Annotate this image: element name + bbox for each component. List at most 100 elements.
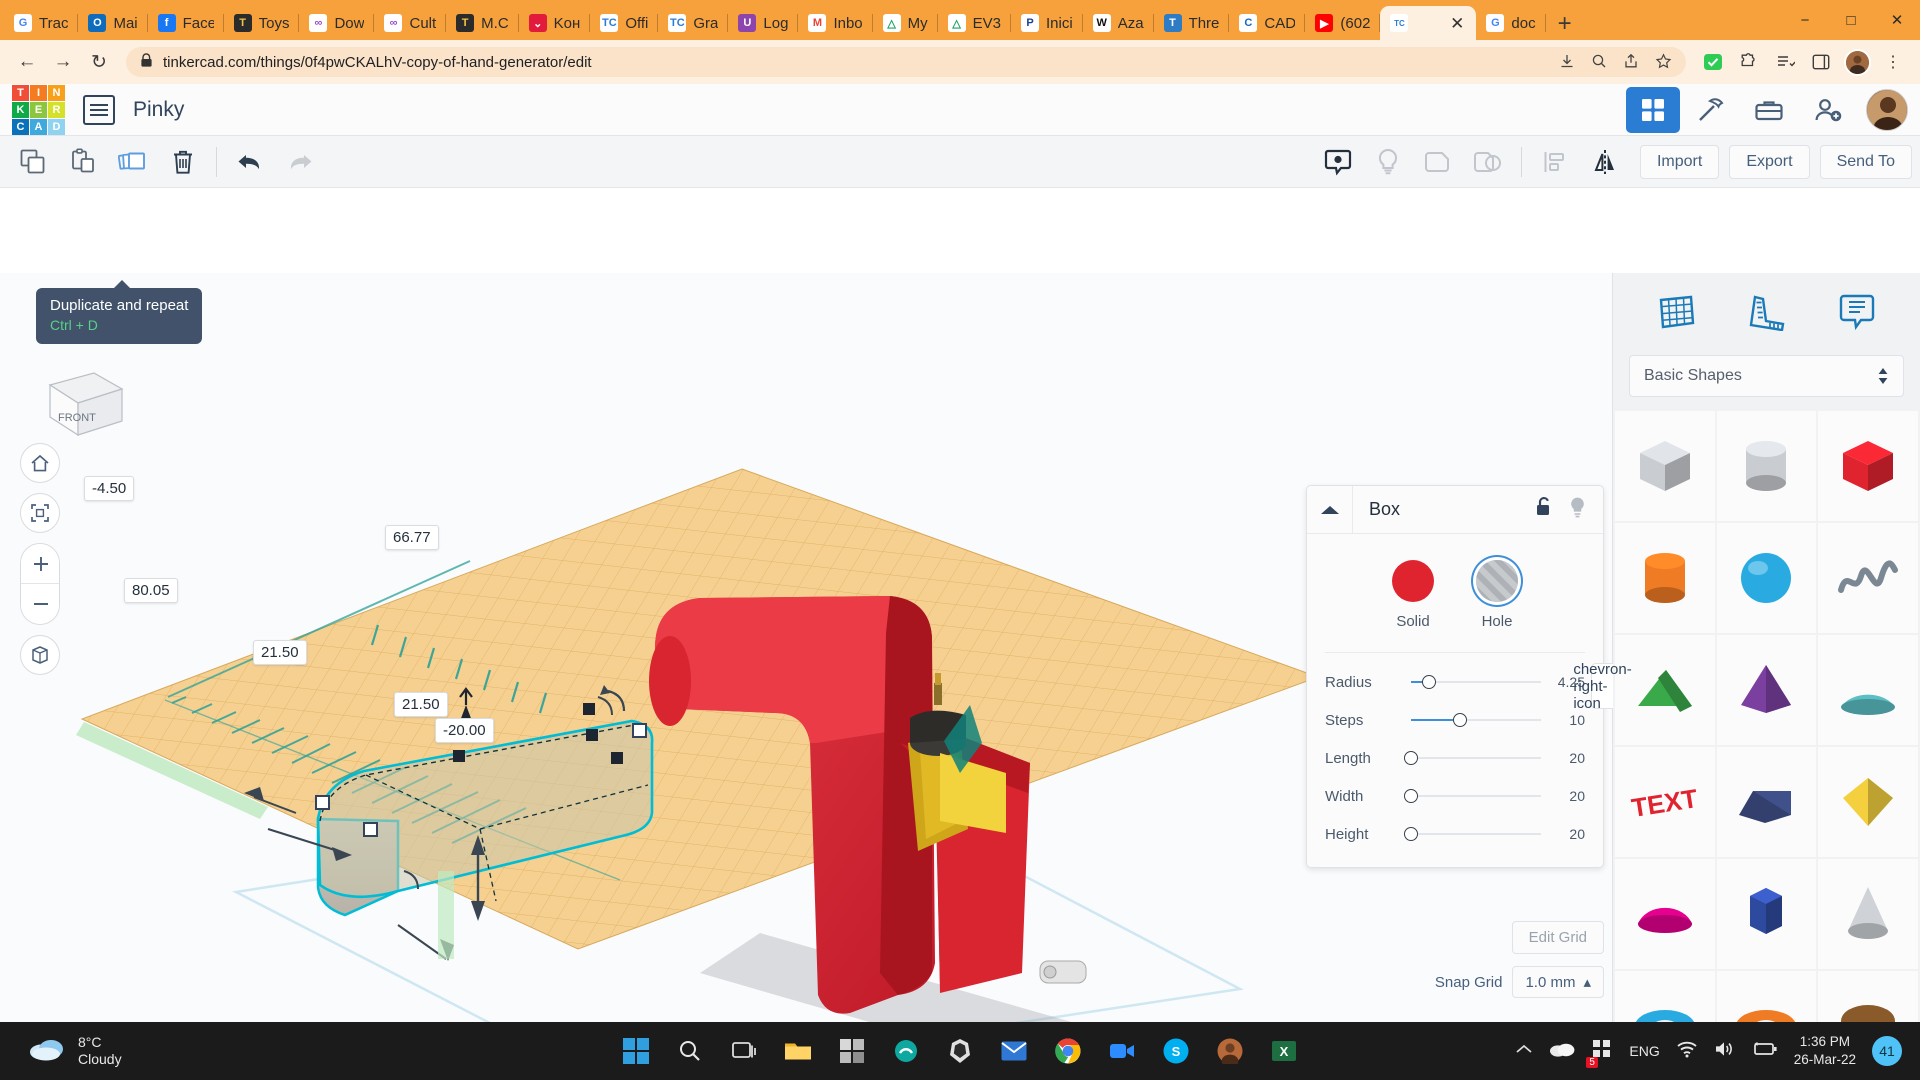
profile-avatar[interactable] xyxy=(1842,47,1872,77)
delete-button[interactable] xyxy=(158,140,208,184)
slider-track[interactable] xyxy=(1411,748,1541,768)
maximize-button[interactable]: □ xyxy=(1828,0,1874,40)
slider-track[interactable] xyxy=(1411,824,1541,844)
simulate-button[interactable] xyxy=(1742,87,1796,133)
microsoft-store-button[interactable] xyxy=(832,1031,872,1071)
close-tab-button[interactable]: ✕ xyxy=(1448,15,1466,32)
user-avatar[interactable] xyxy=(1866,89,1908,131)
weather-widget[interactable]: 8°C Cloudy xyxy=(0,1034,122,1069)
height-slider[interactable]: Height20 xyxy=(1307,815,1603,853)
paste-button[interactable] xyxy=(58,140,108,184)
shape-sphere-blue[interactable] xyxy=(1717,523,1817,633)
notes-panel-button[interactable] xyxy=(1830,287,1884,337)
brave-button[interactable] xyxy=(940,1031,980,1071)
bookmark-star-icon[interactable] xyxy=(1655,53,1672,72)
start-button[interactable] xyxy=(616,1031,656,1071)
zoom-button[interactable] xyxy=(1102,1031,1142,1071)
dim-length[interactable]: 80.05 xyxy=(124,578,178,603)
shape-box-red[interactable] xyxy=(1818,411,1918,521)
browser-tab[interactable]: TM.C xyxy=(446,6,519,40)
shape-halfsphere-magenta[interactable] xyxy=(1615,859,1715,969)
workplane-button[interactable] xyxy=(1649,287,1703,337)
browser-tab[interactable]: PInici xyxy=(1011,6,1083,40)
snap-grid-select[interactable]: 1.0 mm ▴ xyxy=(1512,966,1604,998)
zoom-in-button[interactable] xyxy=(21,544,60,584)
workplane-canvas[interactable]: FRONT FRONT xyxy=(0,273,1612,1080)
shape-cylinder-striped[interactable] xyxy=(1717,411,1817,521)
browser-tab[interactable]: OMai xyxy=(78,6,147,40)
address-bar[interactable]: tinkercad.com/things/0f4pwCKALhV-copy-of… xyxy=(126,47,1686,77)
browser-tab-active[interactable]: TC✕ xyxy=(1380,6,1476,40)
blocks-view-button[interactable] xyxy=(1626,87,1680,133)
project-menu-button[interactable] xyxy=(83,95,115,125)
browser-tab[interactable]: ▶(602 xyxy=(1305,6,1380,40)
shape-scribble-gray[interactable] xyxy=(1818,523,1918,633)
browser-tab[interactable]: Gdoc xyxy=(1476,6,1545,40)
shape-box-striped[interactable] xyxy=(1615,411,1715,521)
group-button[interactable] xyxy=(1413,140,1463,184)
panel-collapse-button[interactable]: chevron-right-icon xyxy=(1591,663,1613,709)
slider-knob[interactable] xyxy=(1404,827,1418,841)
view-cube[interactable]: FRONT FRONT xyxy=(36,359,128,448)
slider-track[interactable] xyxy=(1411,710,1541,730)
shape-text-red[interactable]: TEXT xyxy=(1615,747,1715,857)
wifi-icon[interactable] xyxy=(1676,1040,1698,1063)
shield-green-icon[interactable] xyxy=(1698,47,1728,77)
home-view-button[interactable] xyxy=(20,443,60,483)
dim-z-offset[interactable]: -4.50 xyxy=(84,476,134,501)
sidepanel-icon[interactable] xyxy=(1806,47,1836,77)
back-button[interactable]: ← xyxy=(12,47,42,77)
fit-view-button[interactable] xyxy=(20,493,60,533)
hole-swatch[interactable]: Hole xyxy=(1476,560,1518,630)
steps-slider[interactable]: Steps10 xyxy=(1307,701,1603,739)
dim-width[interactable]: 66.77 xyxy=(385,525,439,550)
dim-height[interactable]: 21.50 xyxy=(394,692,448,717)
close-window-button[interactable]: ✕ xyxy=(1874,0,1920,40)
browser-tab[interactable]: TToys xyxy=(224,6,300,40)
browser-tab[interactable]: ULog xyxy=(728,6,798,40)
language-indicator[interactable]: ENG xyxy=(1629,1043,1659,1059)
new-tab-button[interactable]: + xyxy=(1546,12,1584,40)
extensions-icon[interactable] xyxy=(1734,47,1764,77)
chrome2-button[interactable] xyxy=(1210,1031,1250,1071)
invite-button[interactable] xyxy=(1800,87,1854,133)
speaker-icon[interactable] xyxy=(1714,1040,1736,1063)
browser-tab[interactable]: CCAD xyxy=(1229,6,1305,40)
browser-tab[interactable]: MInbo xyxy=(798,6,872,40)
redo-button[interactable] xyxy=(275,140,325,184)
shape-pyramid-purple[interactable] xyxy=(1717,635,1817,745)
dim-offset-x[interactable]: 21.50 xyxy=(253,640,307,665)
browser-tab[interactable]: TCGra xyxy=(658,6,728,40)
slider-track[interactable] xyxy=(1411,786,1541,806)
browser-tab[interactable]: GTrac xyxy=(4,6,78,40)
ruler-button[interactable] xyxy=(1739,287,1793,337)
shape-cone-gray[interactable] xyxy=(1818,859,1918,969)
reading-list-icon[interactable] xyxy=(1770,47,1800,77)
browser-tab[interactable]: △My xyxy=(873,6,938,40)
excel-button[interactable]: X xyxy=(1264,1031,1304,1071)
mirror-button[interactable] xyxy=(1580,140,1630,184)
shape-category-select[interactable]: Basic Shapes xyxy=(1629,355,1904,397)
action-center-badge[interactable]: 41 xyxy=(1872,1036,1902,1066)
align-button[interactable] xyxy=(1530,140,1580,184)
browser-tab[interactable]: △EV3 xyxy=(938,6,1011,40)
radius-slider[interactable]: Radius4.25 xyxy=(1307,663,1603,701)
width-slider[interactable]: Width20 xyxy=(1307,777,1603,815)
search-button[interactable] xyxy=(670,1031,710,1071)
browser-tab[interactable]: fFace xyxy=(148,6,224,40)
zoom-out-button[interactable] xyxy=(21,584,60,624)
mail-button[interactable] xyxy=(994,1031,1034,1071)
edit-grid-button[interactable]: Edit Grid xyxy=(1512,921,1604,954)
download-icon[interactable] xyxy=(1559,53,1575,72)
chrome-button[interactable] xyxy=(1048,1031,1088,1071)
ungroup-button[interactable] xyxy=(1463,140,1513,184)
slider-track[interactable] xyxy=(1411,672,1541,692)
share-icon[interactable] xyxy=(1623,53,1639,72)
minimize-button[interactable]: − xyxy=(1782,0,1828,40)
light-button[interactable] xyxy=(1363,140,1413,184)
browser-tab[interactable]: TThre xyxy=(1154,6,1230,40)
notes-button[interactable] xyxy=(1313,140,1363,184)
slider-knob[interactable] xyxy=(1422,675,1436,689)
dim-z[interactable]: -20.00 xyxy=(435,718,494,743)
undo-button[interactable] xyxy=(225,140,275,184)
